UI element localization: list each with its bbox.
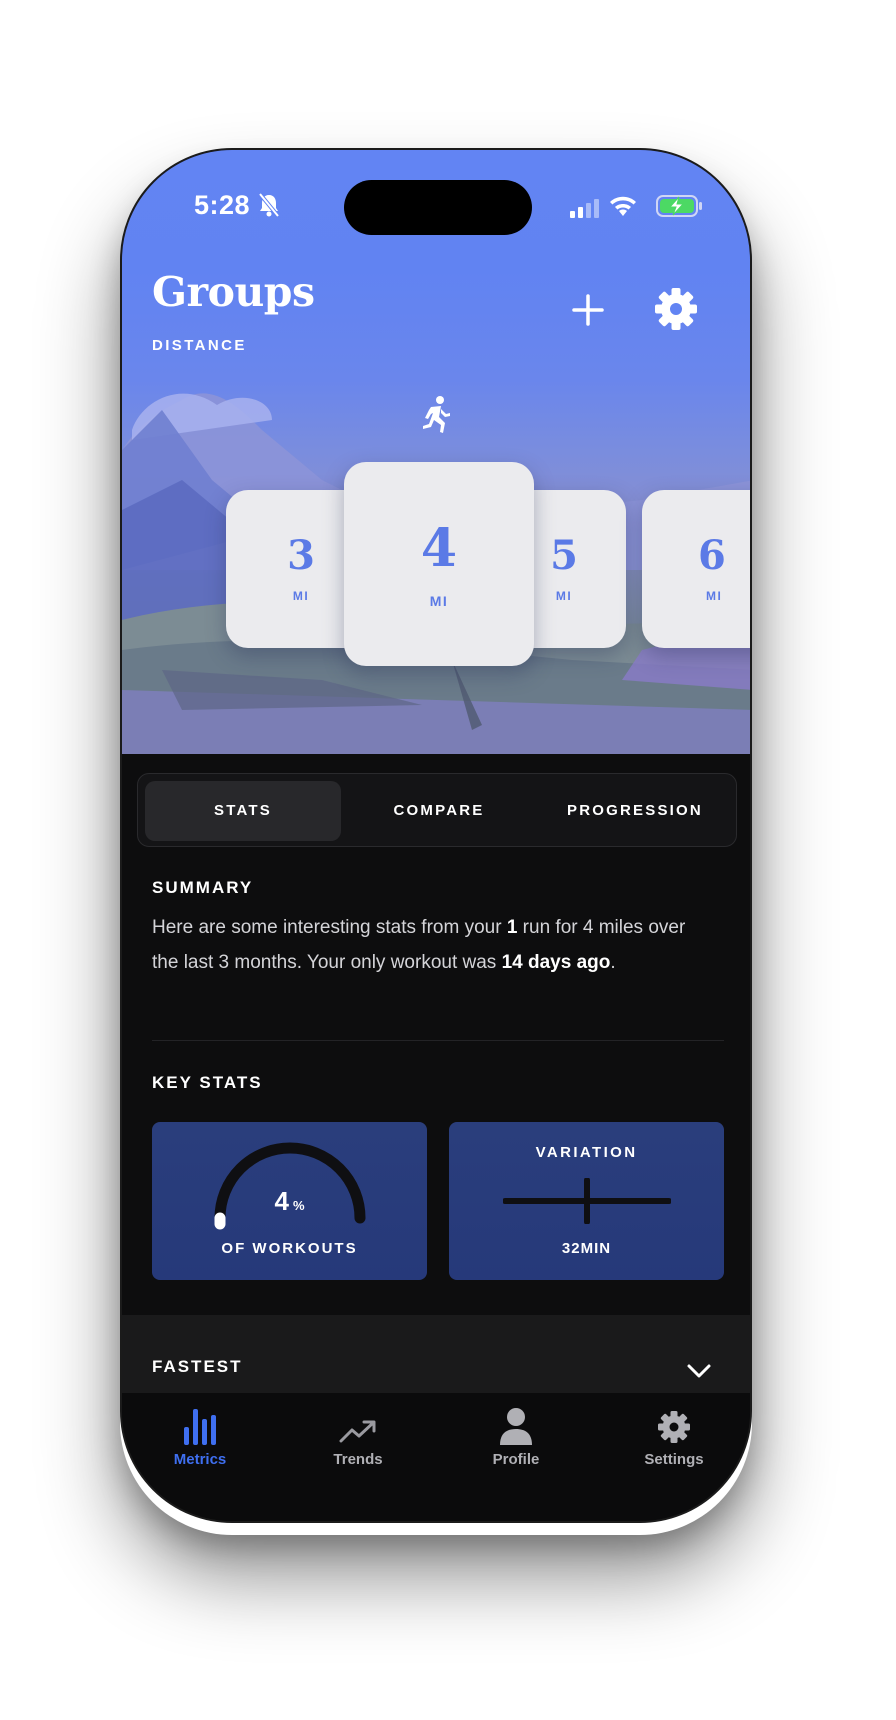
summary-heading: SUMMARY <box>152 878 254 897</box>
hero-banner: 5:28 Groups DISTANCE 3 MI 5 MI 6 MI 4 MI <box>122 150 750 754</box>
segment-tabs: STATS COMPARE PROGRESSION <box>137 773 737 847</box>
workouts-percent-card[interactable]: 4% OF WORKOUTS <box>152 1122 427 1280</box>
gear-icon <box>658 1411 690 1443</box>
phone-frame: 5:28 Groups DISTANCE 3 MI 5 MI 6 MI 4 MI… <box>120 148 752 1523</box>
add-group-button[interactable] <box>570 292 606 328</box>
nav-settings[interactable]: Settings <box>614 1403 734 1468</box>
distance-card-4-selected[interactable]: 4 MI <box>344 462 534 666</box>
percent-unit: % <box>292 1198 305 1213</box>
variation-range-plot <box>503 1178 671 1224</box>
nav-label: Metrics <box>173 1451 227 1468</box>
battery-charging-icon <box>656 194 704 223</box>
summary-text: Here are some interesting stats from you… <box>152 910 712 980</box>
page-title: Groups <box>152 268 315 316</box>
nav-metrics[interactable]: Metrics <box>140 1403 260 1468</box>
distance-card-6[interactable]: 6 MI <box>642 490 750 648</box>
distance-value: 6 <box>698 532 726 579</box>
fastest-section[interactable]: FASTEST <box>122 1315 750 1405</box>
summary-text-part: Here are some interesting stats from you… <box>152 917 507 938</box>
bottom-tab-bar: Metrics Trends Profile Settings <box>122 1393 750 1521</box>
distance-unit: MI <box>429 593 449 609</box>
cellular-signal-icon <box>570 198 602 223</box>
tab-compare[interactable]: COMPARE <box>341 781 537 841</box>
variation-value: 32MIN <box>561 1240 612 1257</box>
tab-stats[interactable]: STATS <box>145 781 341 841</box>
tab-progression[interactable]: PROGRESSION <box>537 781 733 841</box>
status-time: 5:28 <box>194 190 251 220</box>
variation-card[interactable]: VARIATION 32MIN <box>449 1122 724 1280</box>
runs-count: 1 <box>506 917 518 938</box>
nav-label: Profile <box>492 1451 540 1468</box>
nav-trends[interactable]: Trends <box>298 1403 418 1468</box>
distance-value: 4 <box>420 518 458 579</box>
gear-icon <box>655 288 697 330</box>
percent-number: 4 <box>274 1186 289 1216</box>
person-icon <box>500 1408 532 1445</box>
silent-bell-icon <box>257 192 281 223</box>
plus-icon <box>572 294 604 326</box>
last-workout: 14 days ago <box>501 952 611 973</box>
nav-profile[interactable]: Profile <box>456 1403 576 1468</box>
dynamic-island <box>344 180 532 235</box>
running-icon <box>419 395 453 440</box>
key-stats-heading: KEY STATS <box>152 1073 263 1092</box>
nav-label: Settings <box>644 1451 704 1468</box>
summary-text-part: . <box>610 952 616 973</box>
trend-line-icon <box>339 1420 376 1443</box>
divider <box>152 1040 724 1041</box>
distance-unit: MI <box>706 589 723 603</box>
workouts-label: OF WORKOUTS <box>221 1240 358 1257</box>
workouts-percent-value: 4% <box>152 1186 427 1217</box>
nav-label: Trends <box>333 1451 383 1468</box>
wifi-icon <box>608 194 638 223</box>
page-subtitle: DISTANCE <box>152 337 247 354</box>
bar-chart-icon <box>184 1409 216 1445</box>
settings-button[interactable] <box>652 285 700 333</box>
fastest-heading: FASTEST <box>152 1357 243 1376</box>
chevron-down-icon <box>687 1364 711 1378</box>
variation-title: VARIATION <box>535 1144 638 1161</box>
